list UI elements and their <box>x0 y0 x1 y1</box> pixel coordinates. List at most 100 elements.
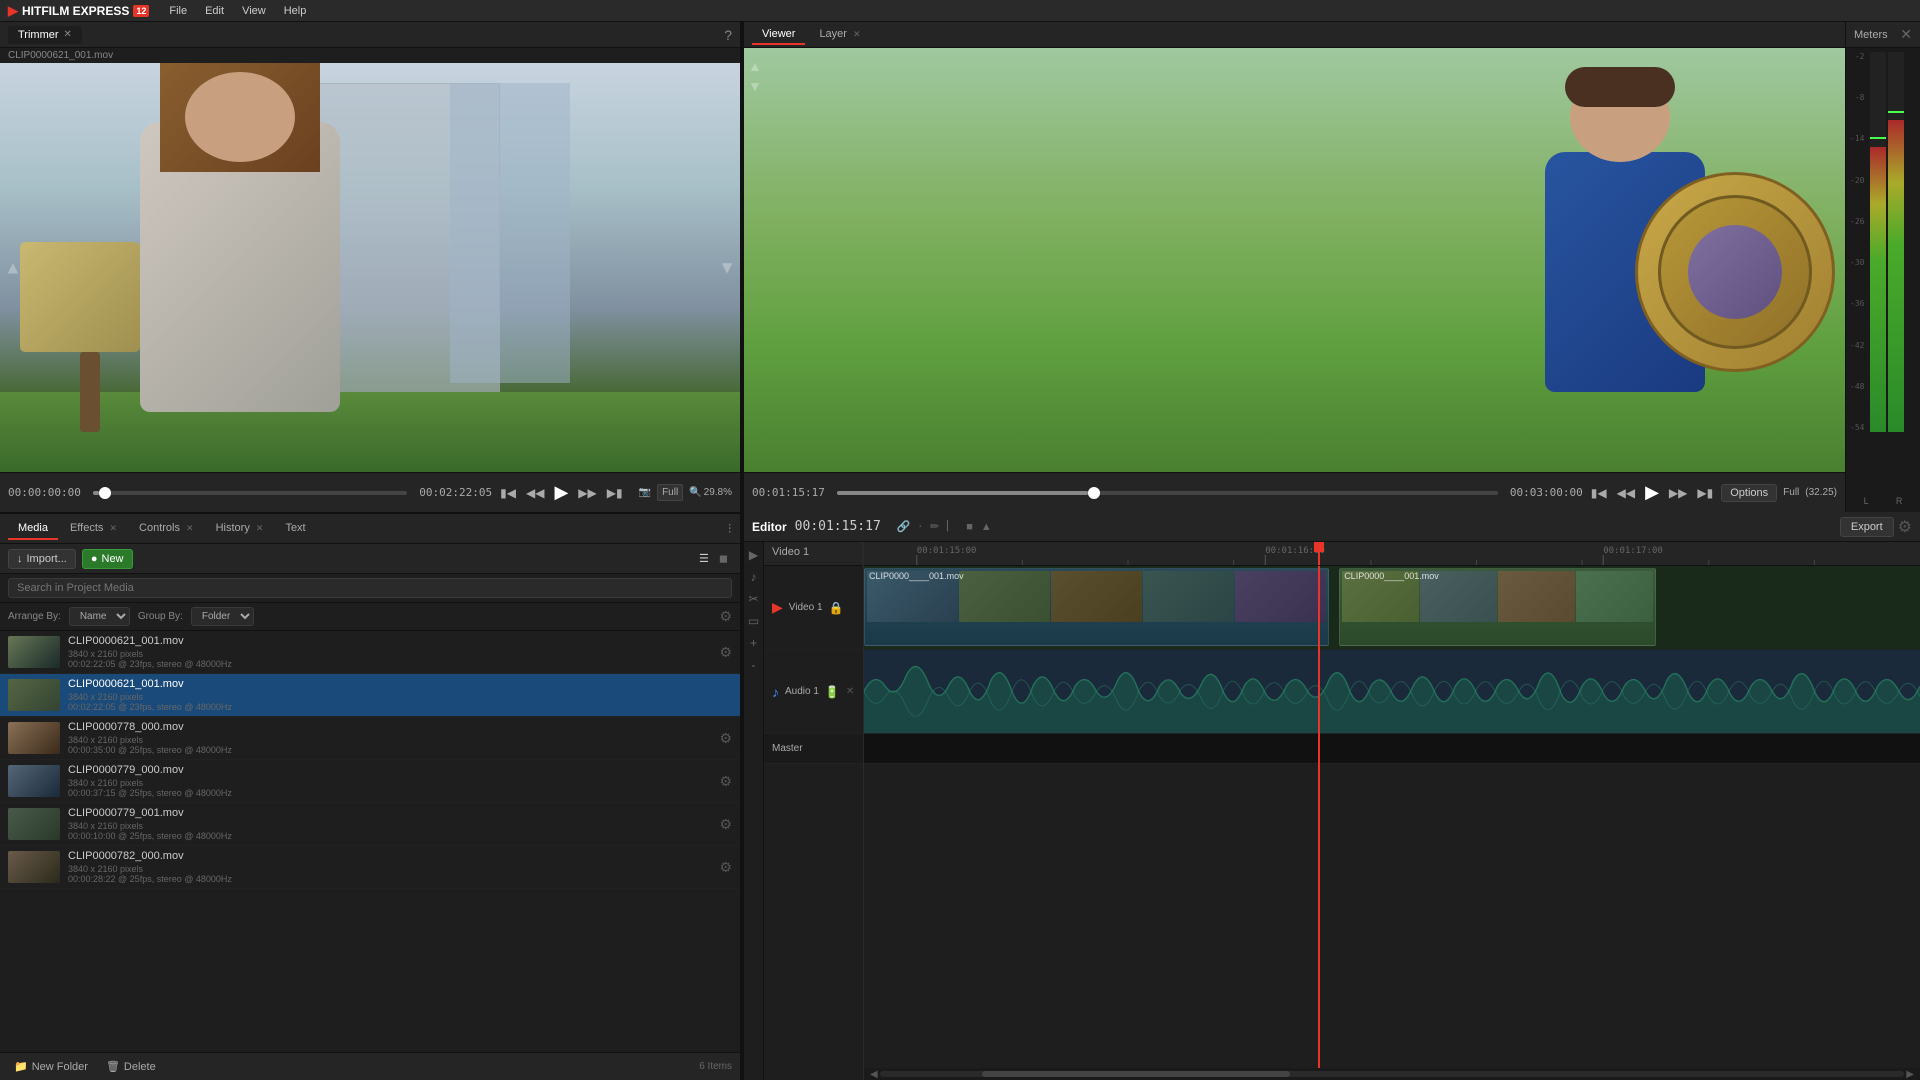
tool-plus-icon[interactable]: + <box>745 634 763 652</box>
file-settings-icon[interactable]: ⚙ <box>719 859 732 876</box>
viewer-play-btn[interactable]: ▶ <box>1643 480 1661 505</box>
viewer-up-arrow[interactable]: ▲ <box>748 58 762 74</box>
tool-audio-icon[interactable]: ♪ <box>745 568 763 586</box>
tool-minus-icon[interactable]: - <box>745 656 763 674</box>
menu-view[interactable]: View <box>234 3 274 19</box>
editor-tool2-icon[interactable]: ■ <box>966 521 973 533</box>
tab-effects[interactable]: Effects ✕ <box>60 518 127 540</box>
viewer-fwd-btn[interactable]: ▶▶ <box>1667 484 1689 502</box>
tab-history[interactable]: History ✕ <box>206 518 274 540</box>
menu-edit[interactable]: Edit <box>197 3 232 19</box>
frame <box>1051 571 1142 622</box>
list-item[interactable]: CLIP0000779_000.mov 3840 x 2160 pixels00… <box>0 760 740 803</box>
menu-file[interactable]: File <box>161 3 195 19</box>
list-view-btn[interactable]: ☰ <box>695 550 713 567</box>
viewer-back-btn[interactable]: ◀◀ <box>1615 484 1637 502</box>
trimmer-back-btn[interactable]: ◀◀ <box>524 484 546 502</box>
trimmer-scrubber[interactable] <box>93 491 407 495</box>
viewer-tab[interactable]: Viewer <box>752 25 805 45</box>
trimmer-prev-arrow[interactable]: ▲ <box>4 257 22 278</box>
audio-track-content[interactable] <box>864 650 1920 734</box>
editor-tool1-icon[interactable]: ⎸ <box>947 520 958 533</box>
list-item[interactable]: CLIP0000782_000.mov 3840 x 2160 pixels00… <box>0 846 740 889</box>
video-clip-1[interactable]: CLIP0000____001.mov <box>864 568 1329 646</box>
menu-help[interactable]: Help <box>276 3 315 19</box>
arrange-settings-icon[interactable]: ⚙ <box>719 608 732 625</box>
editor-link-icon[interactable]: 🔗 <box>897 520 911 533</box>
scroll-left-arrow[interactable]: ◀ <box>868 1069 880 1080</box>
trimmer-to-end-btn[interactable]: ▶▮ <box>605 484 625 502</box>
file-thumb <box>8 765 60 797</box>
export-button[interactable]: Export <box>1840 517 1894 537</box>
list-item[interactable]: CLIP0000621_001.mov 3840 x 2160 pixels00… <box>0 631 740 674</box>
file-settings-icon[interactable]: ⚙ <box>719 644 732 661</box>
editor-snap-icon[interactable]: ⋅ <box>918 520 922 533</box>
new-btn-label: New <box>102 553 124 565</box>
arrange-by-select[interactable]: Name <box>69 607 130 626</box>
editor-tool3-icon[interactable]: ▲ <box>981 521 992 533</box>
trimmer-quality-select[interactable]: Full <box>657 484 683 501</box>
trimmer-play-btn[interactable]: ▶ <box>552 480 570 505</box>
scroll-right-arrow[interactable]: ▶ <box>1904 1069 1916 1080</box>
viewer-down-arrow[interactable]: ▼ <box>748 78 762 94</box>
trimmer-fwd-btn[interactable]: ▶▶ <box>576 484 598 502</box>
trimmer-panel-close-icon[interactable]: ? <box>724 27 732 43</box>
layer-tab-close[interactable]: ✕ <box>853 29 861 39</box>
right-section: Viewer Layer ✕ <box>744 22 1920 1080</box>
audio-settings-icon[interactable]: ✕ <box>846 686 854 697</box>
delete-button[interactable]: 🗑 Delete <box>100 1058 162 1075</box>
media-panel: Media Effects ✕ Controls ✕ History ✕ Tex… <box>0 512 740 1080</box>
tool-select[interactable]: ▶ <box>745 546 763 564</box>
h-scroll-thumb[interactable] <box>982 1071 1289 1077</box>
viewer-scrubber[interactable] <box>837 491 1498 495</box>
items-count: 6 Items <box>699 1061 732 1072</box>
trimmer-tab[interactable]: Trimmer ✕ <box>8 26 82 44</box>
editor-settings-icon[interactable]: ⚙ <box>1898 517 1912 537</box>
trimmer-tab-close-icon[interactable]: ✕ <box>64 29 72 40</box>
tab-media[interactable]: Media <box>8 518 58 540</box>
trimmer-zoom[interactable]: 🔍 29.8% <box>689 487 732 498</box>
list-item[interactable]: CLIP0000779_001.mov 3840 x 2160 pixels00… <box>0 803 740 846</box>
meter-left-peak <box>1870 137 1886 139</box>
group-by-select[interactable]: Folder <box>191 607 254 626</box>
timeline-h-scroll[interactable]: ◀ ▶ <box>864 1068 1920 1080</box>
viewer-quality: Full <box>1783 487 1799 498</box>
media-panel-settings-icon[interactable]: ⁝ <box>728 520 732 537</box>
history-tab-close[interactable]: ✕ <box>256 523 264 533</box>
viewer-to-end-btn[interactable]: ▶▮ <box>1695 484 1715 502</box>
tool-scissors-icon[interactable]: ✂ <box>745 590 763 608</box>
viewer-to-start-btn[interactable]: ▮◀ <box>1589 484 1609 502</box>
h-scroll-track[interactable] <box>880 1071 1905 1077</box>
import-button[interactable]: ↓ Import... <box>8 549 76 569</box>
grid-view-btn[interactable]: ◼ <box>715 550 732 567</box>
video-clip-2[interactable]: CLIP0000____001.mov <box>1339 568 1656 646</box>
file-settings-icon[interactable]: ⚙ <box>719 816 732 833</box>
video-mute-icon[interactable]: 🔒 <box>829 601 844 615</box>
clip-1-name: CLIP0000____001.mov <box>869 571 964 581</box>
tool-layer-icon[interactable]: ▭ <box>745 612 763 630</box>
new-folder-button[interactable]: 📁 New Folder <box>8 1058 94 1075</box>
trimmer-scrubber-head[interactable] <box>99 487 111 499</box>
trimmer-next-arrow[interactable]: ▼ <box>718 257 736 278</box>
file-settings-icon[interactable]: ⚙ <box>719 773 732 790</box>
media-search-area <box>0 574 740 603</box>
file-meta: 3840 x 2160 pixels00:00:28:22 @ 25fps, s… <box>68 864 711 884</box>
tab-controls[interactable]: Controls ✕ <box>129 518 204 540</box>
list-item[interactable]: CLIP0000778_000.mov 3840 x 2160 pixels00… <box>0 717 740 760</box>
editor-magnet-icon[interactable]: ✏ <box>930 520 939 533</box>
viewer-scrubber-head[interactable] <box>1088 487 1100 499</box>
media-search-input[interactable] <box>8 578 732 598</box>
audio-mute-icon[interactable]: 🔋 <box>825 685 840 699</box>
timeline-ruler[interactable]: 00:01:15:00 00:01:16:00 00:01:17:00 <box>864 542 1920 566</box>
layer-tab[interactable]: Layer ✕ <box>809 25 870 45</box>
video-track-content[interactable]: CLIP0000____001.mov <box>864 566 1920 650</box>
file-settings-icon[interactable]: ⚙ <box>719 730 732 747</box>
tab-text[interactable]: Text <box>275 518 315 540</box>
trimmer-to-start-btn[interactable]: ▮◀ <box>498 484 518 502</box>
list-item[interactable]: CLIP0000621_001.mov 3840 x 2160 pixels00… <box>0 674 740 717</box>
new-button[interactable]: ● New <box>82 549 133 569</box>
effects-tab-close[interactable]: ✕ <box>109 523 117 533</box>
options-button[interactable]: Options <box>1721 484 1777 502</box>
meters-close-icon[interactable]: ✕ <box>1900 26 1912 43</box>
controls-tab-close[interactable]: ✕ <box>186 523 194 533</box>
